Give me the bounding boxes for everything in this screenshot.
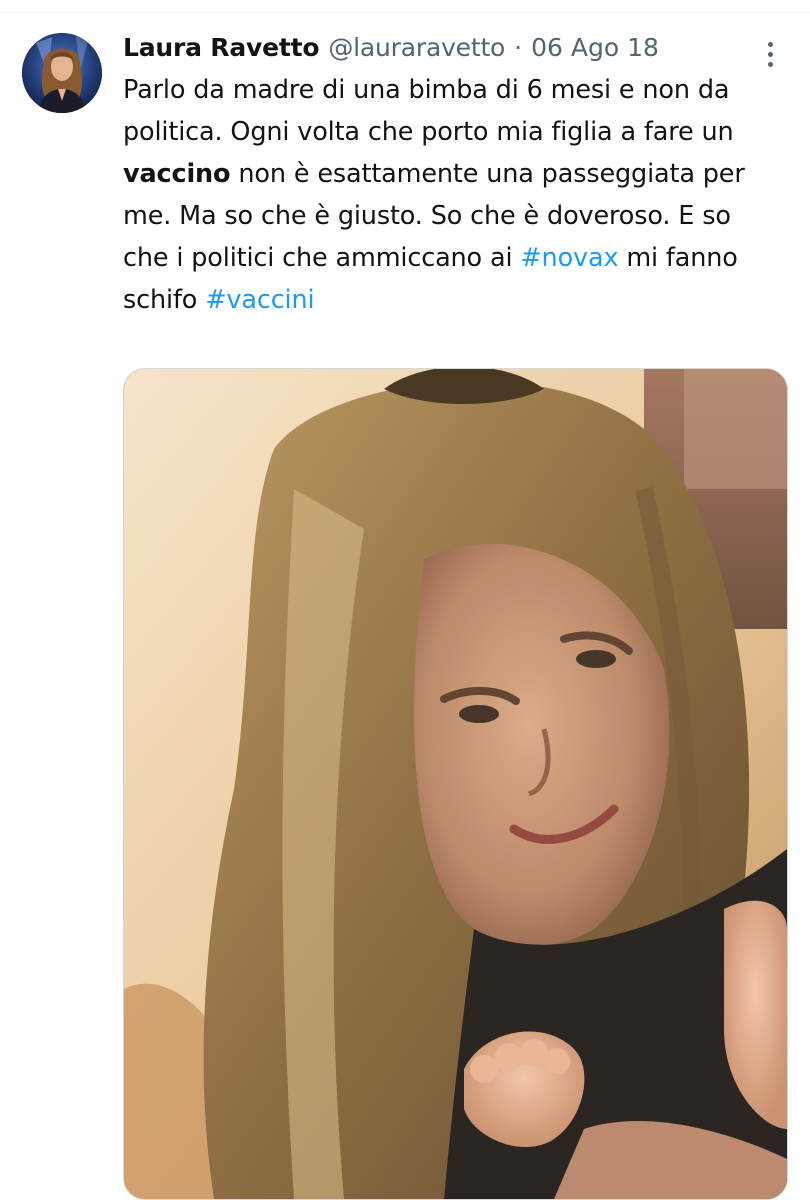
tweet-date[interactable]: 06 Ago 18 [531,33,659,63]
header-separator: · [514,33,523,62]
photo-image [124,369,787,1199]
author-handle[interactable]: @lauraravetto [328,33,505,63]
more-vertical-icon-dot [767,61,773,67]
tweet[interactable]: Laura Ravetto @lauraravetto · 06 Ago 18 … [0,13,810,1200]
more-vertical-icon [767,41,773,47]
tweet-text: Parlo da madre di una bimba di 6 mesi e … [123,69,773,321]
tweet-header: Laura Ravetto @lauraravetto · 06 Ago 18 [123,33,659,63]
tweet-text-part: Parlo da madre di una bimba di 6 mesi e … [123,75,734,147]
more-options-button[interactable] [758,39,782,69]
avatar[interactable] [22,33,102,113]
avatar-photo [22,33,102,113]
author-display-name[interactable]: Laura Ravetto [123,33,320,63]
tweet-text-bold: vaccino [123,159,231,189]
tweet-media-photo[interactable] [123,368,788,1200]
more-vertical-icon-dot [767,51,773,57]
hashtag-vaccini[interactable]: #vaccini [205,285,314,315]
hashtag-novax[interactable]: #novax [520,243,618,273]
